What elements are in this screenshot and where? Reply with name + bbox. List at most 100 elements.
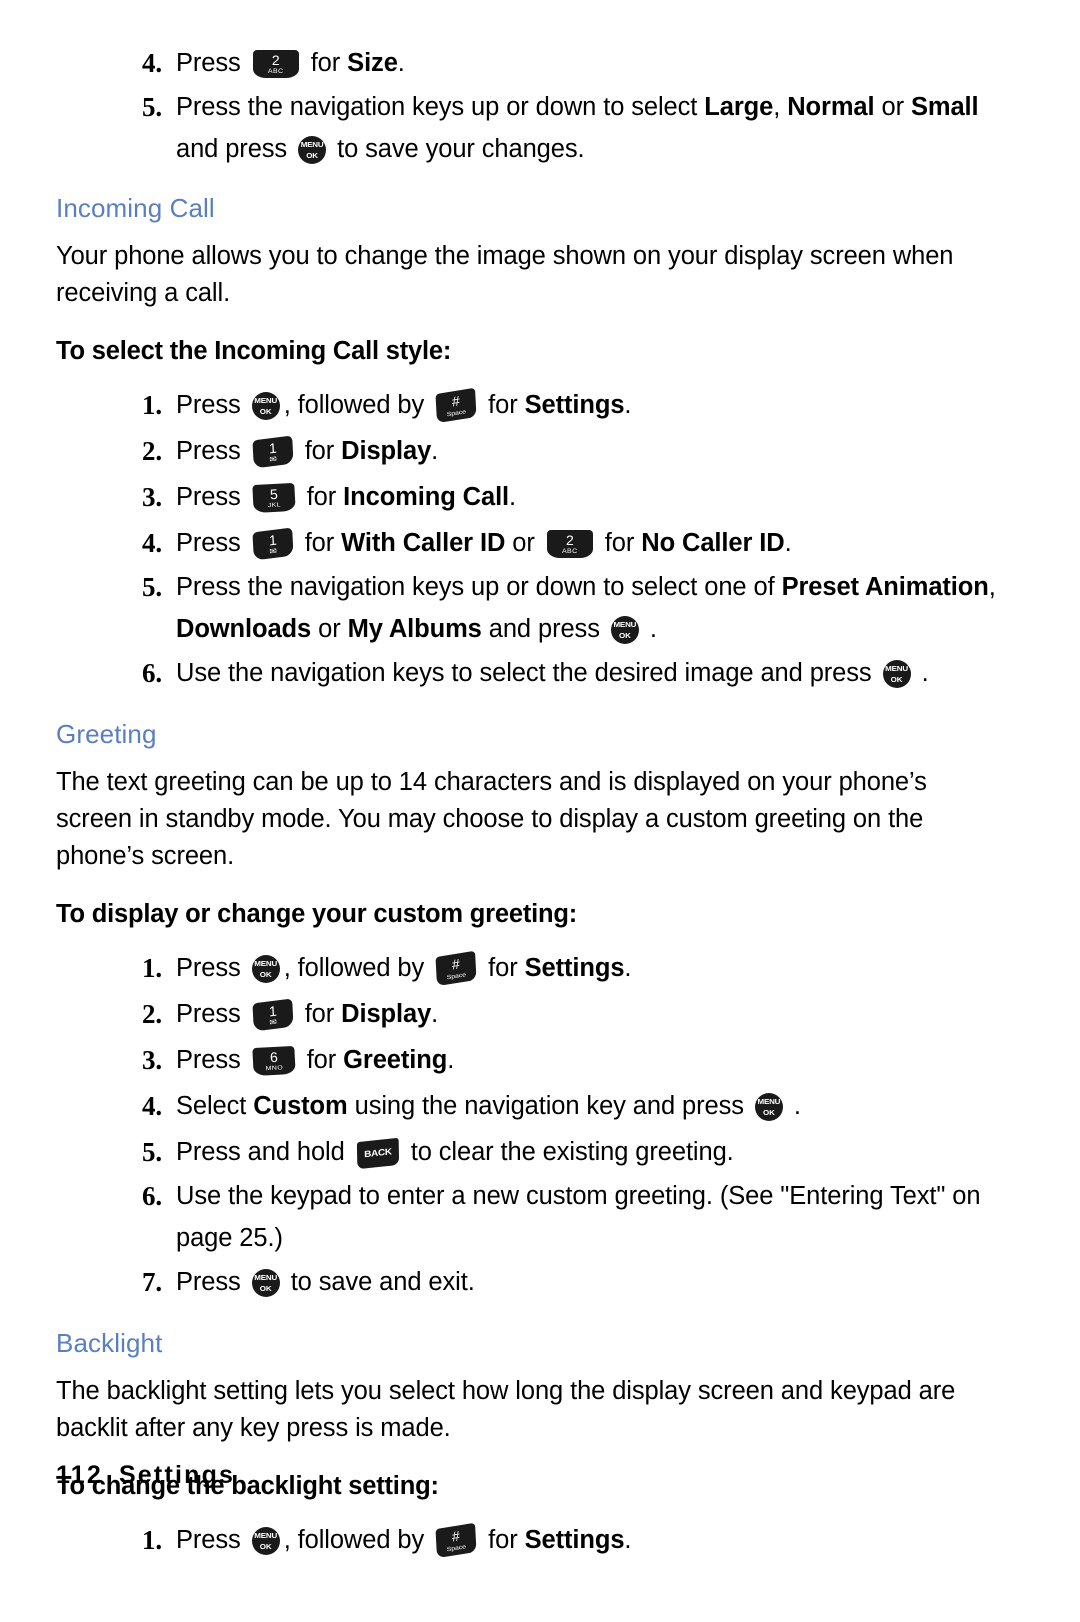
menu-ok-key[interactable]: MENU OK	[754, 1093, 783, 1121]
section-heading: Greeting	[56, 719, 157, 749]
keypad-1-key[interactable]: 1 ✉	[252, 527, 294, 561]
step-text: ,	[773, 93, 781, 121]
step-text: for	[310, 49, 341, 77]
key-bottom-label: OK	[306, 151, 318, 160]
step-text: for	[488, 1526, 518, 1554]
step-text: .	[921, 659, 929, 687]
menu-ok-key[interactable]: MENU OK	[882, 660, 911, 688]
keypad-2-key[interactable]: 2 ABC	[252, 50, 299, 78]
key-bottom-label: OK	[259, 1284, 272, 1293]
step-text: for	[304, 1000, 335, 1028]
section-heading: Backlight	[56, 1328, 163, 1358]
step-bold-term: Settings	[524, 1526, 625, 1554]
step-text: or	[318, 615, 341, 643]
manual-page: 4. Press 2 ABC for Size. 5. Press the nav…	[0, 0, 1080, 1622]
step-text: Press	[176, 954, 241, 982]
menu-ok-key[interactable]: MENU OK	[251, 955, 280, 983]
step-text: Press the navigation keys up or down to …	[176, 93, 698, 121]
step-text: , followed by	[283, 954, 425, 982]
step-bold-term: My Albums	[347, 615, 482, 643]
menu-ok-key[interactable]: MENU OK	[251, 392, 280, 420]
task-heading: To display or change your custom greetin…	[56, 900, 578, 928]
keypad-1-key[interactable]: 1 ✉	[252, 998, 294, 1032]
list-item: 5. Press and hold BACK to clear the exis…	[128, 1129, 1080, 1175]
step-text: Press	[176, 437, 241, 465]
step-text: , followed by	[283, 1526, 425, 1554]
step-number: 2.	[141, 999, 162, 1029]
step-text: .	[624, 954, 632, 982]
step-text: .	[447, 1046, 455, 1074]
step-bold-term: Display	[341, 1000, 432, 1028]
step-text: .	[509, 483, 517, 511]
step-text: for	[488, 391, 518, 419]
list-item: 3. Press 6 MNO for Greeting.	[128, 1037, 1080, 1083]
step-text: .	[784, 529, 792, 557]
step-text: for	[306, 1046, 337, 1074]
step-text: for	[304, 529, 335, 557]
step-text: to clear the existing greeting.	[410, 1138, 734, 1166]
step-text: for	[604, 529, 635, 557]
hash-space-key[interactable]: # Space	[435, 387, 477, 424]
key-letters: ABC	[561, 548, 578, 555]
step-number: 2.	[141, 436, 162, 466]
step-text: Press	[176, 1046, 241, 1074]
step-bold-term: Small	[910, 93, 979, 121]
back-key[interactable]: BACK	[356, 1137, 399, 1170]
step-number: 3.	[141, 1045, 162, 1075]
step-bold-term: Settings	[524, 954, 625, 982]
step-number: 5.	[141, 1137, 162, 1167]
keypad-2-key[interactable]: 2 ABC	[546, 530, 593, 558]
keypad-6-key[interactable]: 6 MNO	[251, 1045, 296, 1077]
key-digit: 2	[565, 532, 574, 548]
step-text: Use the keypad to enter a new custom gre…	[176, 1182, 981, 1252]
step-text: .	[793, 1092, 801, 1120]
step-text: Press	[176, 1526, 241, 1554]
step-text: to save and exit.	[290, 1268, 475, 1296]
key-top-label: MENU	[254, 396, 278, 405]
step-text: ,	[988, 573, 996, 601]
list-item: 6. Use the navigation keys to select the…	[128, 650, 1080, 696]
step-number: 1.	[141, 953, 162, 983]
key-top-label: MENU	[613, 620, 637, 629]
step-text: and press	[488, 615, 600, 643]
step-text: .	[624, 1526, 632, 1554]
step-text: .	[431, 1000, 439, 1028]
hash-space-key[interactable]: # Space	[435, 1522, 477, 1559]
step-bold-term: Custom	[253, 1092, 348, 1120]
step-bold-term: Greeting	[343, 1046, 448, 1074]
key-bottom-label: OK	[890, 675, 903, 684]
incoming-call-steps: 1. Press MENU OK, followed by # Space for …	[128, 382, 1080, 696]
step-text: Use the navigation keys to select the de…	[176, 659, 872, 687]
keypad-1-key[interactable]: 1 ✉	[252, 435, 294, 469]
step-text: for	[306, 483, 337, 511]
step-number: 6.	[141, 658, 162, 688]
section-intro: The backlight setting lets you select ho…	[56, 1377, 956, 1442]
step-number: 1.	[141, 390, 162, 420]
menu-ok-key[interactable]: MENU OK	[610, 616, 639, 644]
step-bold-term: Downloads	[176, 615, 312, 643]
hash-space-key[interactable]: # Space	[435, 950, 477, 987]
menu-ok-key[interactable]: MENU OK	[251, 1527, 280, 1555]
menu-ok-key[interactable]: MENU OK	[298, 136, 327, 164]
key-bottom-label: OK	[259, 1542, 272, 1551]
step-text: or	[881, 93, 905, 121]
step-text: Press and hold	[176, 1138, 345, 1166]
key-top-label: MENU	[300, 140, 324, 149]
list-item: 1. Press MENU OK, followed by # Space for …	[128, 382, 1080, 428]
list-item: 2. Press 1 ✉ for Display.	[128, 991, 1080, 1037]
key-bottom-label: OK	[618, 631, 631, 640]
step-text: for	[488, 954, 518, 982]
list-item: 3. Press 5 JKL for Incoming Call.	[128, 474, 1080, 520]
key-top-label: MENU	[254, 959, 278, 968]
step-text: to save your changes.	[337, 135, 585, 163]
step-number: 4.	[141, 48, 162, 78]
step-number: 5.	[141, 572, 162, 602]
menu-ok-key[interactable]: MENU OK	[251, 1269, 280, 1297]
backlight-section: Backlight	[56, 1327, 1080, 1359]
top-steps-list: 4. Press 2 ABC for Size. 5. Press the nav…	[128, 40, 1080, 170]
step-bold-term: Preset Animation	[781, 573, 989, 601]
keypad-5-key[interactable]: 5 JKL	[251, 482, 296, 514]
step-number: 6.	[141, 1181, 162, 1211]
step-bold-term: Incoming Call	[343, 483, 510, 511]
step-text: .	[431, 437, 439, 465]
